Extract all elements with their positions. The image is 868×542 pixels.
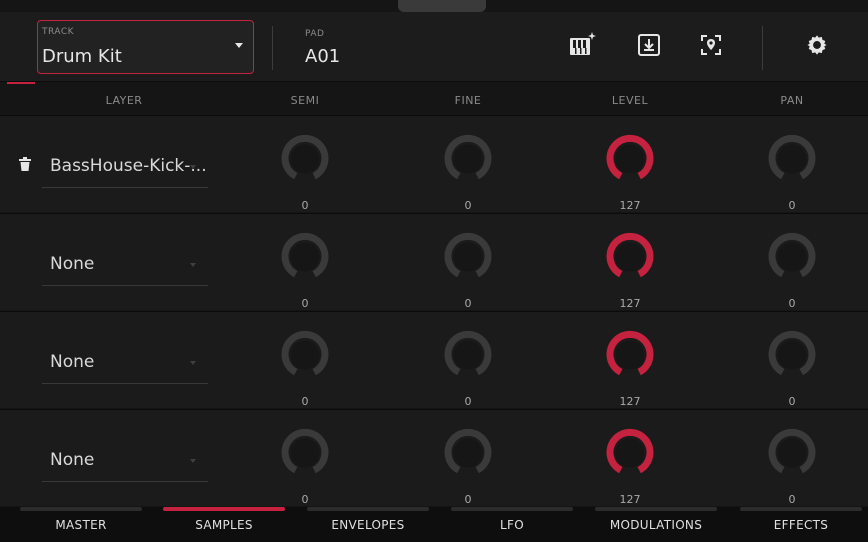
tab-label: SAMPLES — [195, 517, 253, 532]
divider — [272, 26, 273, 70]
pan-value: 0 — [788, 493, 796, 506]
semi-knob[interactable]: 0 — [265, 416, 345, 506]
semi-knob[interactable]: 0 — [265, 220, 345, 310]
pan-value: 0 — [788, 395, 796, 408]
track-value: Drum Kit — [42, 46, 122, 67]
header-tab-indicator — [7, 82, 35, 84]
layer-sample-select[interactable]: BassHouse-Kick-... — [42, 144, 208, 188]
fine-knob[interactable]: 0 — [428, 416, 508, 506]
bottom-tab-bar: MASTER SAMPLES ENVELOPES LFO MODULATIONS… — [0, 507, 868, 542]
tab-envelopes[interactable]: ENVELOPES — [307, 507, 429, 542]
fine-knob[interactable]: 0 — [428, 318, 508, 408]
layer-row: None 0 0 127 0 — [0, 213, 868, 310]
chevron-down-icon — [190, 459, 196, 463]
semi-value: 0 — [301, 297, 309, 310]
gear-icon[interactable] — [802, 30, 832, 60]
fine-value: 0 — [464, 297, 472, 310]
column-header-layer: LAYER — [105, 94, 143, 107]
tab-modulations[interactable]: MODULATIONS — [595, 507, 717, 542]
locate-icon[interactable] — [696, 30, 726, 60]
level-value: 127 — [619, 297, 641, 310]
top-drag-handle[interactable] — [398, 0, 486, 12]
level-knob[interactable]: 127 — [590, 122, 670, 212]
semi-value: 0 — [301, 199, 309, 212]
download-icon[interactable] — [634, 30, 664, 60]
pad-label: PAD — [305, 29, 325, 39]
column-header-semi: SEMI — [290, 94, 320, 107]
layer-row: None 0 0 127 0 — [0, 311, 868, 408]
layer-sample-name: BassHouse-Kick-... — [50, 156, 207, 176]
pan-knob[interactable]: 0 — [752, 416, 832, 506]
pan-knob[interactable]: 0 — [752, 318, 832, 408]
column-header-pan: PAN — [780, 94, 804, 107]
keyboard-sparkle-icon[interactable] — [567, 30, 597, 60]
level-value: 127 — [619, 395, 641, 408]
layer-row: None 0 0 127 0 — [0, 409, 868, 506]
tab-label: MODULATIONS — [609, 517, 703, 532]
fine-knob[interactable]: 0 — [428, 220, 508, 310]
tab-effects[interactable]: EFFECTS — [740, 507, 862, 542]
layer-sample-name: None — [50, 254, 95, 274]
header-bar: TRACK Drum Kit PAD A01 — [0, 12, 868, 82]
pad-value[interactable]: A01 — [305, 46, 340, 67]
tab-samples[interactable]: SAMPLES — [163, 507, 285, 542]
column-header-fine: FINE — [454, 94, 482, 107]
pan-value: 0 — [788, 297, 796, 310]
layer-sample-select[interactable]: None — [42, 242, 208, 286]
chevron-down-icon — [190, 165, 196, 169]
trash-icon[interactable] — [19, 156, 31, 171]
chevron-down-icon — [190, 361, 196, 365]
layer-sample-name: None — [50, 352, 95, 372]
track-selector[interactable]: TRACK Drum Kit — [37, 20, 254, 74]
tab-label: LFO — [500, 517, 524, 532]
semi-knob[interactable]: 0 — [265, 122, 345, 212]
tab-label: ENVELOPES — [331, 517, 405, 532]
layer-sample-select[interactable]: None — [42, 340, 208, 384]
tab-label: MASTER — [55, 517, 107, 532]
tab-label: EFFECTS — [773, 517, 829, 532]
tab-master[interactable]: MASTER — [20, 507, 142, 542]
fine-value: 0 — [464, 493, 472, 506]
divider — [762, 26, 763, 70]
semi-knob[interactable]: 0 — [265, 318, 345, 408]
semi-value: 0 — [301, 395, 309, 408]
chevron-down-icon — [235, 43, 243, 48]
pan-value: 0 — [788, 199, 796, 212]
level-value: 127 — [619, 199, 641, 212]
layer-sample-name: None — [50, 450, 95, 470]
level-knob[interactable]: 127 — [590, 220, 670, 310]
fine-knob[interactable]: 0 — [428, 122, 508, 212]
semi-value: 0 — [301, 493, 309, 506]
pan-knob[interactable]: 0 — [752, 122, 832, 212]
track-label: TRACK — [42, 27, 75, 37]
fine-value: 0 — [464, 395, 472, 408]
level-value: 127 — [619, 493, 641, 506]
pan-knob[interactable]: 0 — [752, 220, 832, 310]
level-knob[interactable]: 127 — [590, 318, 670, 408]
layer-row: BassHouse-Kick-... 0 0 127 0 — [0, 115, 868, 212]
layer-sample-select[interactable]: None — [42, 438, 208, 482]
level-knob[interactable]: 127 — [590, 416, 670, 506]
chevron-down-icon — [190, 263, 196, 267]
fine-value: 0 — [464, 199, 472, 212]
column-header-level: LEVEL — [611, 94, 649, 107]
tab-lfo[interactable]: LFO — [451, 507, 573, 542]
